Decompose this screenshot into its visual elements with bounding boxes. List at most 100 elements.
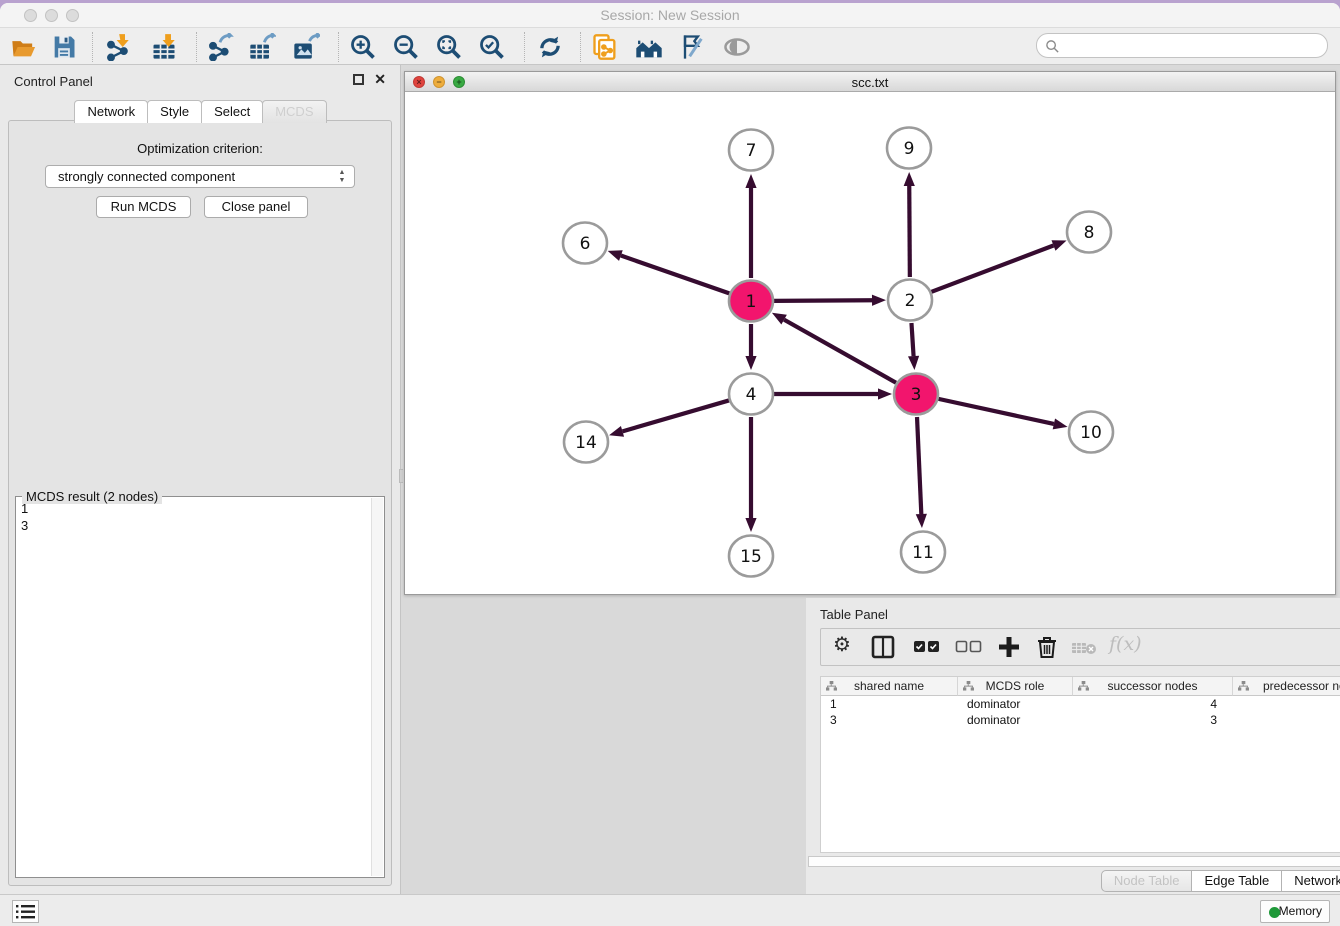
run-mcds-button[interactable]: Run MCDS xyxy=(96,196,191,218)
column-header-successor-nodes[interactable]: successor nodes xyxy=(1073,677,1233,696)
column-header-MCDS-role[interactable]: MCDS role xyxy=(958,677,1073,696)
table-tabs: Node TableEdge TableNetwork TableMotifs xyxy=(806,870,1340,892)
edge-2-9[interactable] xyxy=(909,186,910,277)
arrowhead-icon xyxy=(745,174,756,188)
arrowhead-icon xyxy=(904,172,915,186)
add-row-icon[interactable] xyxy=(997,635,1021,661)
edge-4-14[interactable] xyxy=(622,400,728,431)
float-panel-icon[interactable] xyxy=(353,74,364,85)
delete-table-icon[interactable] xyxy=(1071,641,1097,667)
table-cell: dominator xyxy=(958,712,1073,728)
mcds-result-text[interactable]: 13 xyxy=(17,500,370,875)
arrowhead-icon xyxy=(1051,240,1066,250)
status-bar: Memory xyxy=(0,894,1340,926)
arrowhead-icon xyxy=(872,295,886,306)
tab-network-table[interactable]: Network Table xyxy=(1281,870,1340,892)
column-header-shared-name[interactable]: shared name xyxy=(821,677,958,696)
node-label-10: 10 xyxy=(1080,423,1102,443)
table-horizontal-scrollbar[interactable] xyxy=(808,856,1340,867)
window-title: Session: New Session xyxy=(0,7,1340,23)
close-panel-icon[interactable]: ✕ xyxy=(374,71,386,88)
node-label-3: 3 xyxy=(911,385,922,405)
zoom-fit-icon[interactable] xyxy=(435,33,463,61)
arrowhead-icon xyxy=(908,356,919,370)
network-title: scc.txt xyxy=(405,75,1335,90)
criterion-value: strongly connected component xyxy=(58,169,235,184)
window-titlebar: Session: New Session xyxy=(0,3,1340,28)
table-header-row: shared nameMCDS rolesuccessor nodesprede… xyxy=(821,677,1340,696)
new-network-from-selection-icon[interactable] xyxy=(591,33,619,61)
workspace: × − + scc.txt 7968124314101511 Table Pan… xyxy=(403,65,1340,894)
show-columns-icon[interactable] xyxy=(871,635,895,661)
import-network-icon[interactable] xyxy=(104,33,132,61)
zoom-out-icon[interactable] xyxy=(392,33,420,61)
node-table[interactable]: shared nameMCDS rolesuccessor nodesprede… xyxy=(820,676,1340,853)
zoom-in-icon[interactable] xyxy=(349,33,377,61)
network-graph[interactable]: 7968124314101511 xyxy=(405,92,1335,594)
export-table-icon[interactable] xyxy=(248,33,276,61)
export-image-icon[interactable] xyxy=(292,33,320,61)
tab-edge-table[interactable]: Edge Table xyxy=(1191,870,1282,892)
application-window: Session: New Session xyxy=(0,3,1340,926)
network-window-titlebar: × − + scc.txt xyxy=(405,72,1335,92)
optimization-criterion-label: Optimization criterion: xyxy=(9,141,391,156)
export-network-icon[interactable] xyxy=(206,33,234,61)
table-cell: 3 xyxy=(821,712,958,728)
control-tab-mcds[interactable]: MCDS xyxy=(262,100,326,123)
node-label-7: 7 xyxy=(746,141,757,161)
show-all-networks-icon[interactable] xyxy=(634,33,662,61)
open-session-icon[interactable] xyxy=(10,33,38,61)
node-label-8: 8 xyxy=(1084,223,1095,243)
delete-row-icon[interactable] xyxy=(1035,635,1059,661)
hide-flagged-icon[interactable] xyxy=(678,33,706,61)
column-type-icon xyxy=(1078,681,1089,692)
table-cell: 1 xyxy=(1233,696,1340,712)
search-input[interactable] xyxy=(1036,33,1328,58)
main-toolbar xyxy=(0,28,1340,65)
network-view-window: × − + scc.txt 7968124314101511 xyxy=(404,71,1336,595)
table-row[interactable]: 1dominator411 xyxy=(821,696,1340,712)
control-panel: Control Panel ✕ NetworkStyleSelectMCDS O… xyxy=(0,65,400,894)
control-tab-select[interactable]: Select xyxy=(201,100,263,123)
refresh-layout-icon[interactable] xyxy=(536,33,564,61)
network-canvas[interactable]: 7968124314101511 xyxy=(405,92,1335,594)
table-options-gear-icon[interactable]: ⚙ xyxy=(833,632,851,658)
edge-3-10[interactable] xyxy=(938,399,1053,424)
control-panel-header: Control Panel ✕ xyxy=(0,65,400,95)
show-hide-eye-icon[interactable] xyxy=(722,33,750,61)
arrowhead-icon xyxy=(878,388,892,399)
table-row[interactable]: 3dominator323 xyxy=(821,712,1340,728)
table-cell: 2 xyxy=(1233,712,1340,728)
column-type-icon xyxy=(826,681,837,692)
node-label-1: 1 xyxy=(746,292,757,312)
tab-node-table[interactable]: Node Table xyxy=(1101,870,1193,892)
zoom-selected-icon[interactable] xyxy=(478,33,506,61)
edge-1-2[interactable] xyxy=(774,300,872,301)
memory-label: Memory xyxy=(1279,904,1322,918)
save-session-icon[interactable] xyxy=(50,33,78,61)
edge-1-6[interactable] xyxy=(621,256,729,294)
deselect-all-icon[interactable] xyxy=(955,640,983,666)
task-history-button[interactable] xyxy=(12,900,39,923)
list-icon xyxy=(15,903,37,921)
edge-3-11[interactable] xyxy=(917,417,921,514)
edge-2-3[interactable] xyxy=(911,323,913,356)
node-label-11: 11 xyxy=(912,543,934,563)
column-header-predecessor-nodes[interactable]: predecessor nodes xyxy=(1233,677,1340,696)
table-toolbar: ⚙ f(x) xyxy=(820,628,1340,666)
criterion-dropdown[interactable]: strongly connected component ▲▼ xyxy=(45,165,355,188)
select-all-icon[interactable] xyxy=(913,640,941,666)
import-table-icon[interactable] xyxy=(150,33,178,61)
control-tab-style[interactable]: Style xyxy=(147,100,202,123)
result-scrollbar[interactable] xyxy=(371,498,383,876)
function-builder-icon[interactable]: f(x) xyxy=(1109,633,1142,659)
mcds-result-group: MCDS result (2 nodes) 13 xyxy=(15,496,385,878)
table-cell: 3 xyxy=(1073,712,1233,728)
control-tab-network[interactable]: Network xyxy=(74,100,148,123)
edge-2-8[interactable] xyxy=(932,245,1054,291)
edge-3-1[interactable] xyxy=(784,320,896,383)
table-cell: 4 xyxy=(1073,696,1233,712)
close-panel-button[interactable]: Close panel xyxy=(204,196,308,218)
node-label-15: 15 xyxy=(740,547,762,567)
memory-button[interactable]: Memory xyxy=(1260,900,1330,923)
